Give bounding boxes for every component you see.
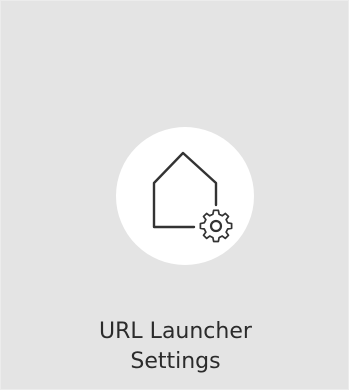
home-settings-icon xyxy=(152,151,233,243)
tile-label: URL Launcher Settings xyxy=(1,317,349,377)
icon-circle xyxy=(116,127,254,265)
url-launcher-settings-tile[interactable]: URL Launcher Settings xyxy=(0,0,349,390)
tile-label-line2: Settings xyxy=(130,349,221,374)
tile-label-line1: URL Launcher xyxy=(99,319,252,344)
